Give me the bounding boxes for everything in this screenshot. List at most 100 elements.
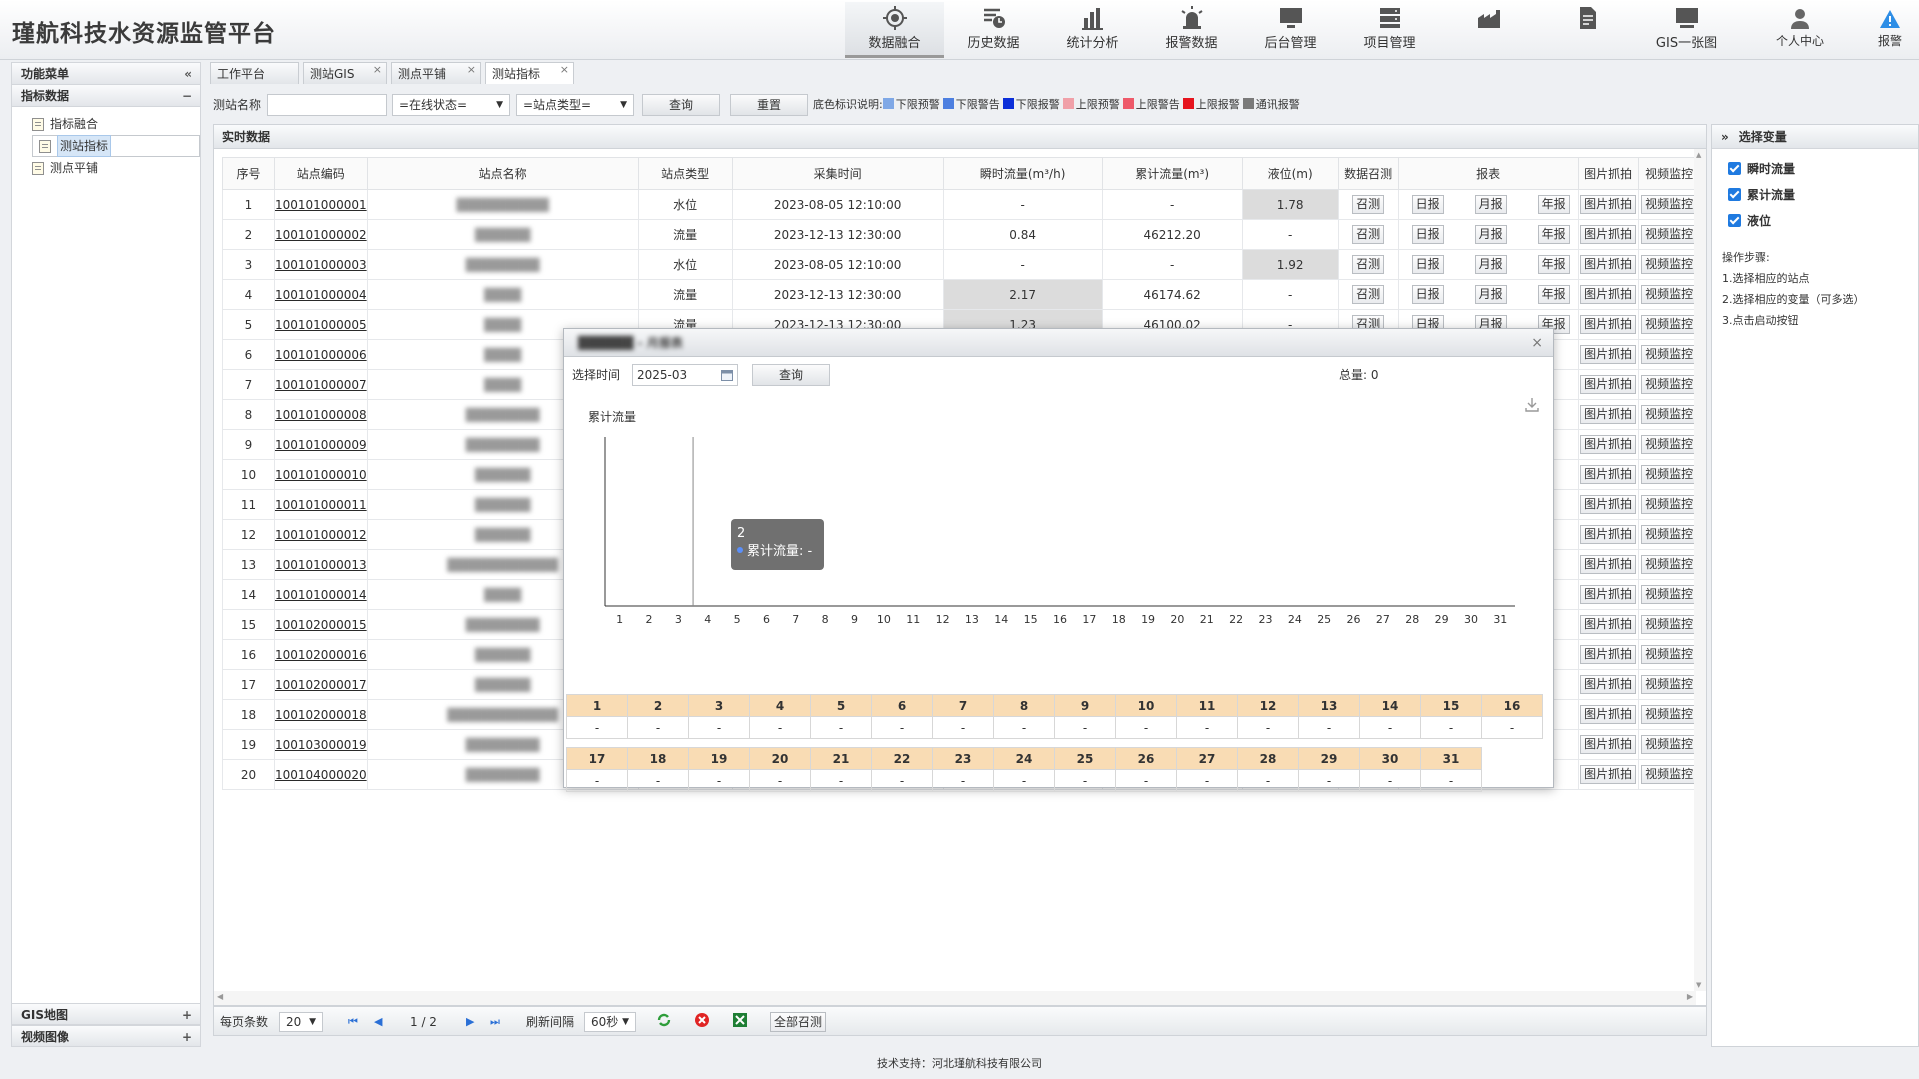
daily-report-button[interactable]: 日报 [1411, 285, 1444, 304]
refresh-icon[interactable] [656, 1012, 672, 1032]
prev-page-button[interactable]: ◀ [374, 1012, 382, 1032]
online-status-select[interactable]: =在线状态= ▼ [392, 94, 510, 116]
tree-item-2[interactable]: 测点平铺 [32, 157, 200, 179]
excel-export-icon[interactable] [732, 1012, 748, 1032]
image-snap-button[interactable]: 图片抓拍 [1580, 585, 1637, 604]
nav-item-1[interactable]: 历史数据 [944, 2, 1043, 58]
reset-button[interactable]: 重置 [730, 94, 808, 116]
video-monitor-button[interactable]: 视频监控 [1641, 315, 1698, 334]
dialog-close-button[interactable]: × [1531, 329, 1543, 357]
station-code-link[interactable]: 100104000020 [274, 759, 368, 790]
video-monitor-button[interactable]: 视频监控 [1641, 525, 1698, 544]
video-monitor-button[interactable]: 视频监控 [1641, 765, 1698, 784]
first-page-button[interactable]: ⏮ [348, 1012, 358, 1032]
scroll-down-icon[interactable]: ▼ [1696, 981, 1701, 989]
station-type-select[interactable]: =站点类型= ▼ [516, 94, 634, 116]
daily-report-button[interactable]: 日报 [1411, 225, 1444, 244]
video-monitor-button[interactable]: 视频监控 [1641, 465, 1698, 484]
variable-checkbox-2[interactable]: 液位 [1712, 207, 1918, 233]
next-page-button[interactable]: ▶ [466, 1012, 474, 1032]
nav-item-5[interactable]: 项目管理 [1340, 2, 1439, 58]
refresh-interval-select[interactable]: 60秒 ▼ [584, 1012, 636, 1032]
image-snap-button[interactable]: 图片抓拍 [1580, 555, 1637, 574]
tab-3[interactable]: 测站指标 × [485, 62, 574, 84]
table-row[interactable]: 3 100101000003 ████████ 水位 2023-08-05 12:10:… [222, 249, 1701, 280]
station-code-link[interactable]: 100101000006 [274, 339, 368, 370]
query-button[interactable]: 查询 [642, 94, 720, 116]
variable-checkbox-0[interactable]: 瞬时流量 [1712, 155, 1918, 181]
video-monitor-button[interactable]: 视频监控 [1641, 345, 1698, 364]
video-monitor-button[interactable]: 视频监控 [1641, 495, 1698, 514]
monthly-report-button[interactable]: 月报 [1474, 225, 1507, 244]
tab-close-icon[interactable]: × [373, 59, 382, 81]
image-snap-button[interactable]: 图片抓拍 [1580, 195, 1637, 214]
tab-close-icon[interactable]: × [467, 59, 476, 81]
call-button[interactable]: 召测 [1352, 285, 1385, 304]
station-code-link[interactable]: 100101000007 [274, 369, 368, 400]
video-monitor-button[interactable]: 视频监控 [1641, 405, 1698, 424]
image-snap-button[interactable]: 图片抓拍 [1580, 255, 1637, 274]
video-monitor-button[interactable]: 视频监控 [1641, 195, 1698, 214]
monthly-report-button[interactable]: 月报 [1474, 255, 1507, 274]
expand-right-icon[interactable]: » [1721, 130, 1729, 144]
station-code-link[interactable]: 100101000012 [274, 519, 368, 550]
station-code-link[interactable]: 100101000008 [274, 399, 368, 430]
nav-item-0[interactable]: 数据融合 [845, 2, 944, 58]
station-code-link[interactable]: 100102000018 [274, 699, 368, 730]
stop-icon[interactable] [694, 1012, 710, 1032]
station-code-link[interactable]: 100103000019 [274, 729, 368, 760]
nav-item-8[interactable]: GIS一张图 [1637, 2, 1736, 58]
yearly-report-button[interactable]: 年报 [1537, 255, 1570, 274]
user-center-button[interactable]: 个人中心 [1770, 8, 1830, 49]
image-snap-button[interactable]: 图片抓拍 [1580, 645, 1637, 664]
video-monitor-button[interactable]: 视频监控 [1641, 645, 1698, 664]
vertical-scrollbar[interactable]: ▲ ▼ [1694, 149, 1706, 991]
page-size-select[interactable]: 20 ▼ [279, 1012, 323, 1032]
image-snap-button[interactable]: 图片抓拍 [1580, 345, 1637, 364]
table-row[interactable]: 1 100101000001 ██████████ 水位 2023-08-05 12:1… [222, 189, 1701, 220]
station-code-link[interactable]: 100101000013 [274, 549, 368, 580]
image-snap-button[interactable]: 图片抓拍 [1580, 615, 1637, 634]
station-code-link[interactable]: 100101000005 [274, 309, 368, 340]
station-name-input[interactable] [267, 94, 387, 116]
yearly-report-button[interactable]: 年报 [1537, 225, 1570, 244]
call-button[interactable]: 召测 [1352, 255, 1385, 274]
yearly-report-button[interactable]: 年报 [1537, 195, 1570, 214]
video-monitor-button[interactable]: 视频监控 [1641, 615, 1698, 634]
scroll-right-icon[interactable]: ▶ [1687, 992, 1693, 1001]
image-snap-button[interactable]: 图片抓拍 [1580, 525, 1637, 544]
video-monitor-button[interactable]: 视频监控 [1641, 375, 1698, 394]
image-snap-button[interactable]: 图片抓拍 [1580, 675, 1637, 694]
video-monitor-button[interactable]: 视频监控 [1641, 435, 1698, 454]
station-code-link[interactable]: 100101000001 [274, 189, 368, 220]
month-picker-input[interactable]: 2025-03 [632, 364, 738, 386]
section-collapse-icon[interactable]: − [182, 85, 192, 107]
expand-video-icon[interactable]: + [182, 1026, 192, 1048]
video-monitor-button[interactable]: 视频监控 [1641, 255, 1698, 274]
call-button[interactable]: 召测 [1352, 225, 1385, 244]
video-monitor-button[interactable]: 视频监控 [1641, 675, 1698, 694]
sidebar-section-indicator[interactable]: 指标数据 − [12, 85, 200, 107]
station-code-link[interactable]: 100101000010 [274, 459, 368, 490]
horizontal-scrollbar[interactable]: ◀ ▶ [214, 991, 1696, 1005]
image-snap-button[interactable]: 图片抓拍 [1580, 435, 1637, 454]
alarm-button[interactable]: 报警 [1868, 8, 1912, 49]
calendar-icon[interactable] [721, 369, 733, 381]
image-snap-button[interactable]: 图片抓拍 [1580, 495, 1637, 514]
image-snap-button[interactable]: 图片抓拍 [1580, 405, 1637, 424]
table-row[interactable]: 4 100101000004 ████ 流量 2023-12-13 12:30:00 2.… [222, 279, 1701, 310]
call-button[interactable]: 召测 [1352, 195, 1385, 214]
monthly-report-button[interactable]: 月报 [1474, 195, 1507, 214]
daily-report-button[interactable]: 日报 [1411, 195, 1444, 214]
tree-item-1[interactable]: 测站指标 [32, 135, 200, 157]
variable-checkbox-1[interactable]: 累计流量 [1712, 181, 1918, 207]
collapse-sidebar-button[interactable]: « [184, 63, 192, 85]
sidebar-section-gis[interactable]: GIS地图 + [12, 1003, 200, 1025]
tab-1[interactable]: 测站GIS × [303, 62, 387, 84]
station-code-link[interactable]: 100102000015 [274, 609, 368, 640]
station-code-link[interactable]: 100101000002 [274, 219, 368, 250]
station-code-link[interactable]: 100102000017 [274, 669, 368, 700]
tab-0[interactable]: 工作平台 [210, 62, 299, 84]
table-row[interactable]: 2 100101000002 ██████ 流量 2023-12-13 12:30:00… [222, 219, 1701, 250]
nav-item-2[interactable]: 统计分析 [1043, 2, 1142, 58]
